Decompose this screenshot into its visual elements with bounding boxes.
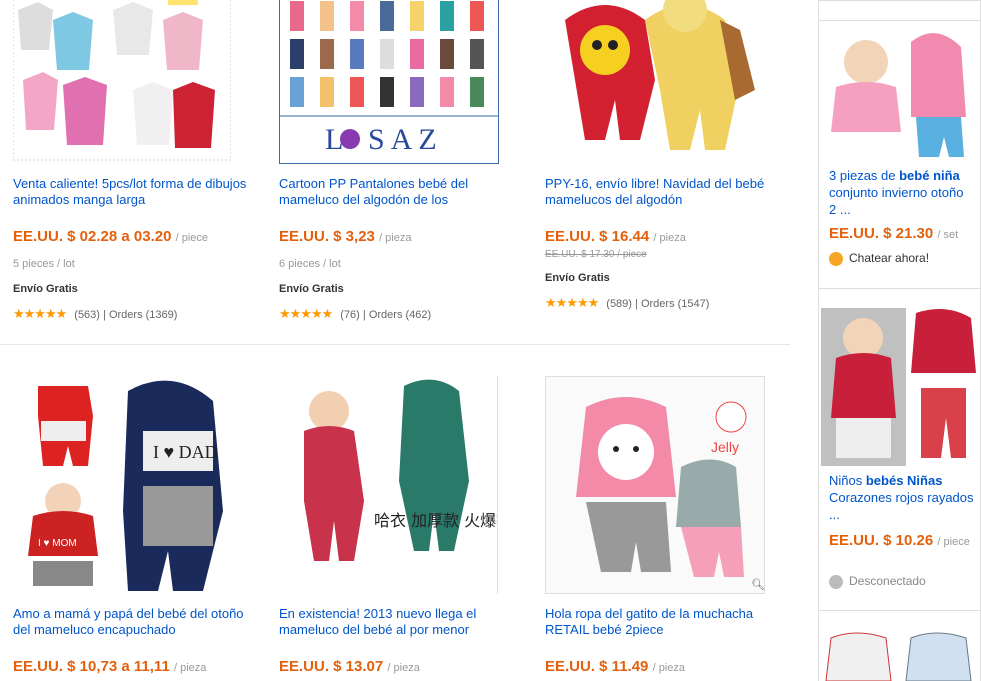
mom-badge: I ♥ MOM (38, 538, 77, 549)
sidebar-divider (819, 20, 980, 21)
caption-text: 哈衣 加厚款 火爆抢购 (374, 511, 497, 530)
price-unit: / pieza (387, 662, 420, 674)
free-shipping: Envío Gratis (545, 272, 610, 284)
star-rating-icon: ★★★★★ (545, 295, 599, 310)
product-title[interactable]: Amo a mamá y papá del bebé del otoño del… (13, 606, 253, 638)
rating-row: ★★★★★ (76) | Orders (462) (279, 306, 432, 321)
product-price: EE.UU. $ 10,73 a 11,11 / pieza (13, 658, 206, 675)
orders-count[interactable]: Orders (1369) (109, 309, 177, 321)
product-title[interactable]: Venta caliente! 5pcs/lot forma de dibujo… (13, 176, 253, 208)
free-shipping: Envío Gratis (279, 283, 344, 295)
star-rating-icon: ★★★★★ (13, 306, 67, 321)
chat-online-icon (829, 251, 843, 266)
price-value: EE.UU. $ 13.07 (279, 658, 384, 675)
product-image[interactable] (545, 0, 763, 162)
product-image[interactable]: 哈衣 加厚款 火爆抢购 (279, 376, 498, 594)
review-count[interactable]: (589) (606, 298, 632, 310)
price-value: EE.UU. $ 10.26 (829, 532, 934, 549)
star-rating-icon: ★★★★★ (279, 306, 333, 321)
review-count[interactable]: (76) (340, 309, 360, 321)
price-unit: / set (937, 229, 959, 241)
chat-offline-icon (829, 574, 843, 589)
product-image[interactable]: I ♥ DAD I ♥ MOM (13, 376, 231, 594)
price-unit: / pieza (653, 232, 686, 244)
orders-count[interactable]: Orders (462) (369, 309, 431, 321)
product-image[interactable] (13, 0, 231, 162)
row-divider (0, 344, 790, 345)
lot-size: 5 pieces / lot (13, 258, 75, 270)
product-price: EE.UU. $ 02.28 a 03.20 / piece (13, 228, 208, 245)
sidebar-divider (819, 0, 980, 1)
sidebar-item[interactable] (819, 628, 980, 681)
price-unit: / pieza (652, 662, 685, 674)
price-unit: / piece (175, 232, 209, 244)
price-value: EE.UU. $ 16.44 (545, 228, 650, 245)
rating-row: ★★★★★ (563) | Orders (1369) (13, 306, 178, 321)
sidebar-item-title[interactable]: Niños bebés Niñas Corazones rojos rayado… (829, 472, 974, 523)
chat-status[interactable]: Desconectado (829, 574, 926, 589)
svg-text:Jelly: Jelly (711, 439, 739, 455)
zoom-icon[interactable]: 🔍︎ (751, 578, 765, 591)
price-value: EE.UU. $ 10,73 a 11,11 (13, 658, 170, 675)
recommended-sidebar: 3 piezas de bebé niña conjunto invierno … (818, 0, 981, 681)
product-title[interactable]: Hola ropa del gatito de la muchacha RETA… (545, 606, 785, 638)
sidebar-item[interactable]: 3 piezas de bebé niña conjunto invierno … (819, 22, 980, 290)
product-price: EE.UU. $ 11.49 / pieza (545, 658, 685, 675)
chat-status[interactable]: Chatear ahora! (829, 251, 929, 266)
svg-text:SAZ: SAZ (368, 123, 443, 156)
free-shipping: Envío Gratis (13, 283, 78, 295)
sidebar-divider (819, 288, 980, 289)
sidebar-divider (819, 610, 980, 611)
sidebar-item-image[interactable] (821, 22, 978, 162)
product-grid: Venta caliente! 5pcs/lot forma de dibujo… (0, 0, 800, 681)
product-price: EE.UU. $ 13.07 / pieza (279, 658, 420, 675)
product-price: EE.UU. $ 16.44 / pieza (545, 228, 686, 245)
sidebar-item-price: EE.UU. $ 10.26 / piece (829, 530, 974, 553)
price-unit: / pieza (173, 662, 207, 674)
product-image[interactable]: L SAZ (279, 0, 499, 164)
sidebar-item[interactable]: Niños bebés Niñas Corazones rojos rayado… (819, 308, 980, 608)
price-value: EE.UU. $ 3,23 (279, 228, 375, 245)
price-unit: / piece (937, 536, 970, 548)
brand-logo: L (325, 123, 343, 156)
price-value: EE.UU. $ 11.49 (545, 658, 649, 675)
product-title[interactable]: PPY-16, envío libre! Navidad del bebé ma… (545, 176, 785, 208)
product-image[interactable]: Jelly (545, 376, 765, 594)
price-unit: / pieza (379, 232, 412, 244)
dad-badge: I ♥ DAD (153, 442, 218, 462)
sidebar-item-image[interactable] (821, 308, 978, 466)
review-count[interactable]: (563) (74, 309, 100, 321)
sidebar-item-price: EE.UU. $ 21.30 / set (829, 225, 958, 242)
orders-count[interactable]: Orders (1547) (641, 298, 709, 310)
product-title[interactable]: Cartoon PP Pantalones bebé del mameluco … (279, 176, 519, 208)
rating-row: ★★★★★ (589) | Orders (1547) (545, 295, 710, 310)
lot-size: 6 pieces / lot (279, 258, 341, 270)
product-title[interactable]: En existencia! 2013 nuevo llega el mamel… (279, 606, 519, 638)
price-value: EE.UU. $ 21.30 (829, 225, 934, 242)
price-value: EE.UU. $ 02.28 a 03.20 (13, 228, 172, 245)
product-price: EE.UU. $ 3,23 / pieza (279, 228, 411, 245)
sidebar-item-image[interactable] (821, 628, 978, 681)
original-price: EE.UU. $ 17.30 / piece (545, 249, 647, 260)
sidebar-item-title[interactable]: 3 piezas de bebé niña conjunto invierno … (829, 167, 974, 218)
